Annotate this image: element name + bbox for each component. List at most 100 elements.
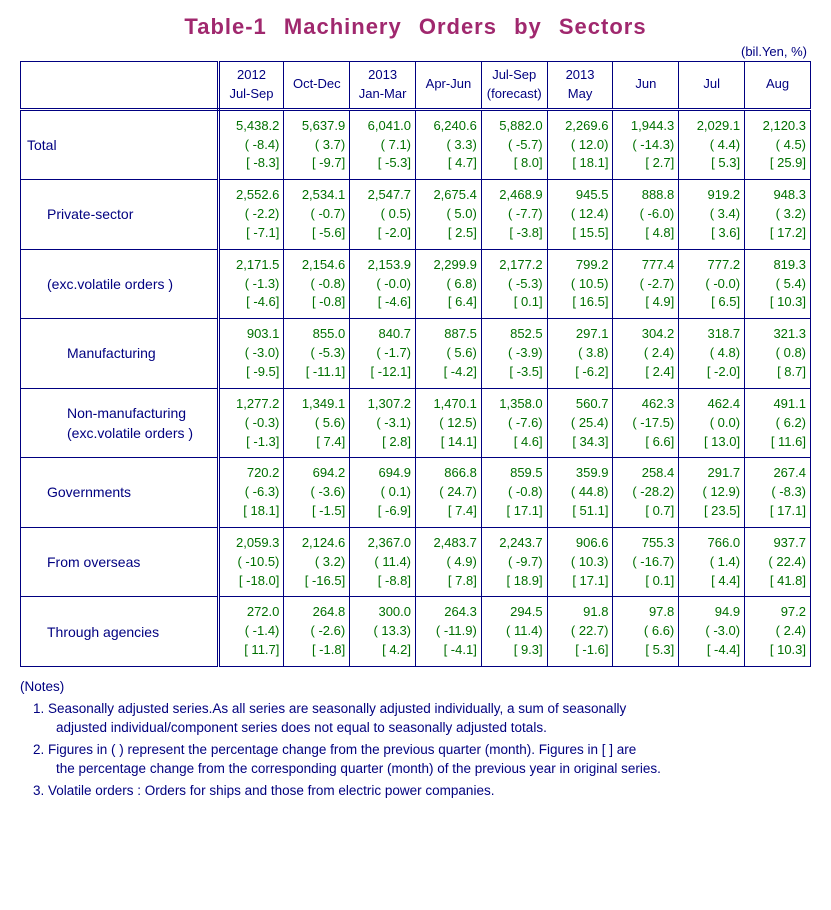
table-row: (exc.volatile orders )2,171.5( -1.3)[ -4… bbox=[21, 249, 811, 319]
data-cell: 267.4( -8.3)[ 17.1] bbox=[745, 458, 811, 528]
table-row: From overseas2,059.3( -10.5)[ -18.0]2,12… bbox=[21, 527, 811, 597]
data-cell: 1,277.2( -0.3)[ -1.3] bbox=[218, 388, 284, 458]
table-row: Through agencies272.0( -1.4)[ 11.7]264.8… bbox=[21, 597, 811, 667]
data-cell: 462.3( -17.5)[ 6.6] bbox=[613, 388, 679, 458]
data-cell: 491.1( 6.2)[ 11.6] bbox=[745, 388, 811, 458]
data-cell: 6,240.6( 3.3)[ 4.7] bbox=[416, 109, 482, 180]
data-cell: 852.5( -3.9)[ -3.5] bbox=[481, 319, 547, 389]
col-header: Jul-Sep(forecast) bbox=[481, 62, 547, 110]
data-cell: 906.6( 10.3)[ 17.1] bbox=[547, 527, 613, 597]
col-header: Oct-Dec bbox=[284, 62, 350, 110]
note-item: Seasonally adjusted series.As all series… bbox=[48, 699, 811, 738]
col-header: Apr-Jun bbox=[416, 62, 482, 110]
data-cell: 5,882.0( -5.7)[ 8.0] bbox=[481, 109, 547, 180]
table-row: Governments720.2( -6.3)[ 18.1]694.2( -3.… bbox=[21, 458, 811, 528]
data-cell: 859.5( -0.8)[ 17.1] bbox=[481, 458, 547, 528]
data-cell: 2,534.1( -0.7)[ -5.6] bbox=[284, 180, 350, 250]
row-label: (exc.volatile orders ) bbox=[21, 249, 219, 319]
data-cell: 2,124.6( 3.2)[ -16.5] bbox=[284, 527, 350, 597]
data-cell: 2,177.2( -5.3)[ 0.1] bbox=[481, 249, 547, 319]
data-cell: 359.9( 44.8)[ 51.1] bbox=[547, 458, 613, 528]
data-cell: 6,041.0( 7.1)[ -5.3] bbox=[350, 109, 416, 180]
unit-label: (bil.Yen, %) bbox=[20, 44, 807, 59]
data-cell: 272.0( -1.4)[ 11.7] bbox=[218, 597, 284, 667]
table-title: Table-1 Machinery Orders by Sectors bbox=[20, 14, 811, 40]
data-cell: 755.3( -16.7)[ 0.1] bbox=[613, 527, 679, 597]
table-row: Manufacturing903.1( -3.0)[ -9.5]855.0( -… bbox=[21, 319, 811, 389]
data-cell: 840.7( -1.7)[ -12.1] bbox=[350, 319, 416, 389]
data-cell: 2,153.9( -0.0)[ -4.6] bbox=[350, 249, 416, 319]
col-header: 2013Jan-Mar bbox=[350, 62, 416, 110]
data-cell: 97.8( 6.6)[ 5.3] bbox=[613, 597, 679, 667]
data-cell: 948.3( 3.2)[ 17.2] bbox=[745, 180, 811, 250]
row-label: From overseas bbox=[21, 527, 219, 597]
data-cell: 291.7( 12.9)[ 23.5] bbox=[679, 458, 745, 528]
orders-table: 2012Jul-Sep Oct-Dec 2013Jan-Mar Apr-Jun … bbox=[20, 61, 811, 667]
data-cell: 937.7( 22.4)[ 41.8] bbox=[745, 527, 811, 597]
table-row: Non-manufacturing(exc.volatile orders )1… bbox=[21, 388, 811, 458]
data-cell: 1,349.1( 5.6)[ 7.4] bbox=[284, 388, 350, 458]
row-label: Total bbox=[21, 109, 219, 180]
data-cell: 945.5( 12.4)[ 15.5] bbox=[547, 180, 613, 250]
data-cell: 94.9( -3.0)[ -4.4] bbox=[679, 597, 745, 667]
notes-heading: (Notes) bbox=[20, 677, 811, 697]
col-header: 2012Jul-Sep bbox=[218, 62, 284, 110]
table-header-row: 2012Jul-Sep Oct-Dec 2013Jan-Mar Apr-Jun … bbox=[21, 62, 811, 110]
data-cell: 2,059.3( -10.5)[ -18.0] bbox=[218, 527, 284, 597]
data-cell: 2,243.7( -9.7)[ 18.9] bbox=[481, 527, 547, 597]
data-cell: 2,120.3( 4.5)[ 25.9] bbox=[745, 109, 811, 180]
data-cell: 2,547.7( 0.5)[ -2.0] bbox=[350, 180, 416, 250]
data-cell: 97.2( 2.4)[ 10.3] bbox=[745, 597, 811, 667]
data-cell: 2,299.9( 6.8)[ 6.4] bbox=[416, 249, 482, 319]
data-cell: 1,358.0( -7.6)[ 4.6] bbox=[481, 388, 547, 458]
data-cell: 887.5( 5.6)[ -4.2] bbox=[416, 319, 482, 389]
data-cell: 2,675.4( 5.0)[ 2.5] bbox=[416, 180, 482, 250]
data-cell: 2,367.0( 11.4)[ -8.8] bbox=[350, 527, 416, 597]
data-cell: 2,468.9( -7.7)[ -3.8] bbox=[481, 180, 547, 250]
data-cell: 2,552.6( -2.2)[ -7.1] bbox=[218, 180, 284, 250]
data-cell: 777.4( -2.7)[ 4.9] bbox=[613, 249, 679, 319]
data-cell: 855.0( -5.3)[ -11.1] bbox=[284, 319, 350, 389]
notes-block: (Notes) Seasonally adjusted series.As al… bbox=[20, 677, 811, 800]
data-cell: 2,029.1( 4.4)[ 5.3] bbox=[679, 109, 745, 180]
data-cell: 919.2( 3.4)[ 3.6] bbox=[679, 180, 745, 250]
data-cell: 720.2( -6.3)[ 18.1] bbox=[218, 458, 284, 528]
data-cell: 5,438.2( -8.4)[ -8.3] bbox=[218, 109, 284, 180]
data-cell: 300.0( 13.3)[ 4.2] bbox=[350, 597, 416, 667]
data-cell: 2,269.6( 12.0)[ 18.1] bbox=[547, 109, 613, 180]
data-cell: 258.4( -28.2)[ 0.7] bbox=[613, 458, 679, 528]
data-cell: 560.7( 25.4)[ 34.3] bbox=[547, 388, 613, 458]
data-cell: 888.8( -6.0)[ 4.8] bbox=[613, 180, 679, 250]
data-cell: 297.1( 3.8)[ -6.2] bbox=[547, 319, 613, 389]
data-cell: 91.8( 22.7)[ -1.6] bbox=[547, 597, 613, 667]
data-cell: 777.2( -0.0)[ 6.5] bbox=[679, 249, 745, 319]
data-cell: 2,171.5( -1.3)[ -4.6] bbox=[218, 249, 284, 319]
data-cell: 5,637.9( 3.7)[ -9.7] bbox=[284, 109, 350, 180]
data-cell: 304.2( 2.4)[ 2.4] bbox=[613, 319, 679, 389]
row-label: Private-sector bbox=[21, 180, 219, 250]
data-cell: 766.0( 1.4)[ 4.4] bbox=[679, 527, 745, 597]
col-header: Jul bbox=[679, 62, 745, 110]
data-cell: 462.4( 0.0)[ 13.0] bbox=[679, 388, 745, 458]
data-cell: 1,470.1( 12.5)[ 14.1] bbox=[416, 388, 482, 458]
data-cell: 799.2( 10.5)[ 16.5] bbox=[547, 249, 613, 319]
data-cell: 866.8( 24.7)[ 7.4] bbox=[416, 458, 482, 528]
data-cell: 694.9( 0.1)[ -6.9] bbox=[350, 458, 416, 528]
row-label: Through agencies bbox=[21, 597, 219, 667]
row-label: Manufacturing bbox=[21, 319, 219, 389]
data-cell: 2,154.6( -0.8)[ -0.8] bbox=[284, 249, 350, 319]
table-row: Private-sector2,552.6( -2.2)[ -7.1]2,534… bbox=[21, 180, 811, 250]
table-row: Total5,438.2( -8.4)[ -8.3]5,637.9( 3.7)[… bbox=[21, 109, 811, 180]
data-cell: 294.5( 11.4)[ 9.3] bbox=[481, 597, 547, 667]
col-header: Aug bbox=[745, 62, 811, 110]
data-cell: 1,944.3( -14.3)[ 2.7] bbox=[613, 109, 679, 180]
row-label: Governments bbox=[21, 458, 219, 528]
data-cell: 694.2( -3.6)[ -1.5] bbox=[284, 458, 350, 528]
data-cell: 903.1( -3.0)[ -9.5] bbox=[218, 319, 284, 389]
note-item: Figures in ( ) represent the percentage … bbox=[48, 740, 811, 779]
row-label: Non-manufacturing(exc.volatile orders ) bbox=[21, 388, 219, 458]
col-header: Jun bbox=[613, 62, 679, 110]
data-cell: 264.3( -11.9)[ -4.1] bbox=[416, 597, 482, 667]
data-cell: 321.3( 0.8)[ 8.7] bbox=[745, 319, 811, 389]
data-cell: 1,307.2( -3.1)[ 2.8] bbox=[350, 388, 416, 458]
